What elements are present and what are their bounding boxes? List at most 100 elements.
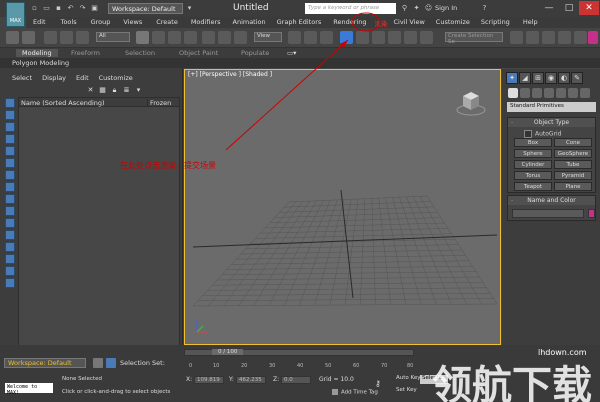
link-icon[interactable] [44,31,57,44]
curve-editor-icon[interactable] [542,31,555,44]
pivot-center-icon[interactable] [288,31,301,44]
viewcube[interactable] [455,86,487,118]
reference-coordinate-dropdown[interactable]: View [254,32,282,42]
sign-in-button[interactable]: Sign In [435,4,457,12]
auto-key-button[interactable]: Auto Key [396,375,421,381]
tab-freeform[interactable]: Freeform [71,49,100,57]
scene-menu-select[interactable]: Select [12,74,32,82]
create-tab-icon[interactable]: ✦ [506,72,518,84]
scene-menu-display[interactable]: Display [42,74,66,82]
scene-object-list[interactable]: Name (Sorted Ascending) Frozen [18,97,180,352]
column-name[interactable]: Name (Sorted Ascending) [21,99,105,107]
close-button[interactable]: ✕ [579,1,599,15]
menu-views[interactable]: Views [123,17,142,28]
filter-frozen-icon[interactable] [5,218,15,228]
align-icon[interactable] [510,31,523,44]
menu-group[interactable]: Group [91,17,111,28]
filter-hidden-icon[interactable] [5,230,15,240]
filter-groups-icon[interactable] [5,170,15,180]
filter-all-icon[interactable] [5,242,15,252]
filter-none-icon[interactable] [5,254,15,264]
tab-object-paint[interactable]: Object Paint [179,49,218,57]
redo-toolbar-icon[interactable] [22,31,35,44]
select-manipulate-icon[interactable] [304,31,317,44]
display-tab-icon[interactable]: ◐ [558,72,570,84]
dropdown-icon[interactable]: ▾ [134,86,143,95]
menu-help[interactable]: Help [523,17,538,28]
shapes-icon[interactable] [520,88,530,98]
info-icon[interactable]: ✦ [412,4,421,13]
rectangular-selection-icon[interactable] [168,31,181,44]
filter-spacewarps-icon[interactable] [5,158,15,168]
named-selection-set-dropdown[interactable]: Create Selection Se [445,32,503,45]
minimize-button[interactable]: — [539,1,559,15]
keyboard-shortcut-icon[interactable] [320,31,333,44]
systems-icon[interactable] [580,88,590,98]
hierarchy-tab-icon[interactable]: ⊞ [532,72,544,84]
filter-containers-icon[interactable] [5,206,15,216]
open-file-icon[interactable]: ▭ [42,4,51,13]
column-frozen[interactable]: Frozen [147,99,171,107]
name-color-header[interactable]: - Name and Color [508,196,595,205]
motion-tab-icon[interactable]: ◉ [545,72,557,84]
filter-cameras-icon[interactable] [5,134,15,144]
object-name-field[interactable] [512,209,584,218]
menu-modifiers[interactable]: Modifiers [191,17,221,28]
save-icon[interactable]: ▪ [54,4,63,13]
percent-snap-icon[interactable] [372,31,385,44]
y-coordinate-field[interactable]: 462.235 [236,376,266,384]
menu-tools[interactable]: Tools [61,17,77,28]
x-coordinate-field[interactable]: 109.819 [194,376,224,384]
user-icon[interactable]: ☺ [424,4,433,13]
filter-shapes-icon[interactable] [5,110,15,120]
box-button[interactable]: Box [514,138,552,147]
undo-toolbar-icon[interactable] [6,31,19,44]
time-slider[interactable]: 0 / 100 [184,349,414,356]
filter-helpers-icon[interactable] [5,146,15,156]
project-folder-icon[interactable]: ▣ [90,4,99,13]
geosphere-button[interactable]: GeoSphere [554,149,592,158]
workspace-dropdown[interactable]: Workspace: Default [108,3,183,14]
layer-icon[interactable] [93,358,103,368]
help-icon[interactable]: ? [480,4,489,13]
maximize-button[interactable]: □ [559,1,579,15]
binoculars-icon[interactable]: ⚲ [400,4,409,13]
timeline-ticks[interactable]: 0 10 20 30 40 50 60 70 80 [184,359,414,371]
mirror-icon[interactable] [420,31,433,44]
perspective-viewport[interactable]: [+] [Perspective ] [Shaded ] [184,69,501,345]
plane-button[interactable]: Plane [554,182,592,191]
move-icon[interactable] [202,31,215,44]
select-object-icon[interactable] [136,31,149,44]
workspace-selector[interactable]: Workspace: Default [4,358,86,368]
sphere-button[interactable]: Sphere [514,149,552,158]
select-all-icon[interactable]: ▦ [98,86,107,95]
object-type-header[interactable]: - Object Type [508,118,595,127]
snap-toggle-icon[interactable] [340,31,353,44]
torus-button[interactable]: Torus [514,171,552,180]
filter-xrefs-icon[interactable] [5,182,15,192]
menu-scripting[interactable]: Scripting [481,17,510,28]
key-icon[interactable]: ⚷ [375,379,381,388]
unlink-icon[interactable] [60,31,73,44]
set-key-button[interactable]: Set Key [396,387,417,393]
render-setup-icon[interactable] [574,31,587,44]
cameras-icon[interactable] [544,88,554,98]
geometry-icon[interactable] [508,88,518,98]
scene-explorer-toggle-icon[interactable] [106,358,116,368]
filter-invert-icon[interactable] [5,266,15,276]
layer-explorer-icon[interactable] [526,31,539,44]
chevron-down-icon[interactable]: ▾ [185,4,194,13]
modify-tab-icon[interactable]: ◢ [519,72,531,84]
tab-populate[interactable]: Populate [241,49,269,57]
menu-render-cn[interactable]: 渲染 [374,17,387,28]
undo-icon[interactable]: ↶ [66,4,75,13]
filter-geometry-icon[interactable] [5,98,15,108]
pyramid-button[interactable]: Pyramid [554,171,592,180]
tab-modeling[interactable]: Modeling [16,49,58,57]
filter-bones-icon[interactable] [5,194,15,204]
scene-menu-edit[interactable]: Edit [76,74,89,82]
object-color-swatch[interactable] [588,209,595,218]
time-slider-thumb[interactable]: 0 / 100 [212,349,244,355]
tab-selection[interactable]: Selection [125,49,155,57]
spinner-snap-icon[interactable] [388,31,401,44]
